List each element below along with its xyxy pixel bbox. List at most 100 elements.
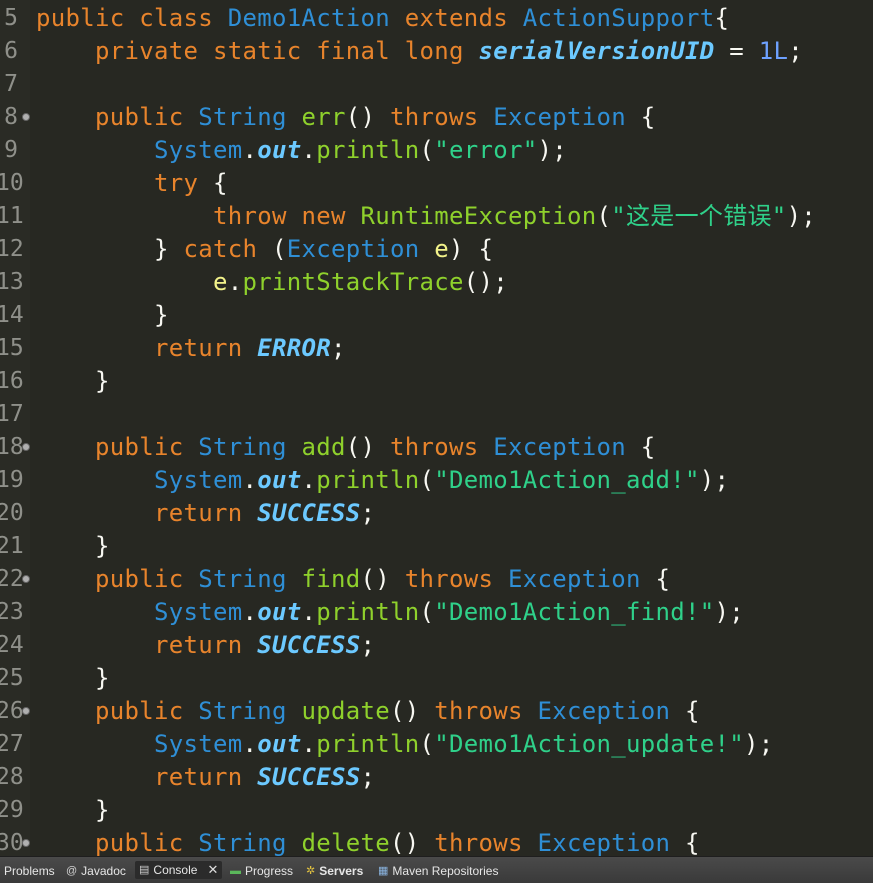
code-line[interactable]: 12 } catch (Exception e) { bbox=[0, 233, 873, 266]
code-token-plain: ); bbox=[714, 598, 744, 626]
code-token-string: "Demo1Action_update!" bbox=[434, 730, 744, 758]
code-line[interactable]: 15 return ERROR; bbox=[0, 332, 873, 365]
code-token-type: System bbox=[154, 466, 243, 494]
code-line[interactable]: 14 } bbox=[0, 299, 873, 332]
code-line[interactable]: 9 System.out.println("error"); bbox=[0, 134, 873, 167]
servers-icon: ✲ bbox=[306, 865, 316, 877]
tab-progress[interactable]: ▬ Progress bbox=[230, 862, 293, 880]
code-text: public String err() throws Exception { bbox=[36, 101, 656, 134]
code-token-plain: . bbox=[242, 730, 258, 758]
code-line[interactable]: 23 System.out.println("Demo1Action_find!… bbox=[0, 596, 873, 629]
line-number: 25 bbox=[0, 665, 24, 691]
fold-toggle-icon[interactable] bbox=[22, 707, 30, 715]
code-token-keyword: final bbox=[316, 37, 405, 65]
code-token-method: err bbox=[301, 103, 346, 131]
code-token-plain: ); bbox=[537, 136, 567, 164]
code-line[interactable]: 26 public String update() throws Excepti… bbox=[0, 695, 873, 728]
line-number: 7 bbox=[4, 71, 18, 97]
tab-console[interactable]: ▤ Console ✕ bbox=[135, 861, 223, 879]
code-line[interactable]: 28 return SUCCESS; bbox=[0, 761, 873, 794]
code-line[interactable]: 19 System.out.println("Demo1Action_add!"… bbox=[0, 464, 873, 497]
javadoc-icon: @ bbox=[66, 865, 78, 877]
line-number: 20 bbox=[0, 500, 24, 526]
code-line[interactable]: 25 } bbox=[0, 662, 873, 695]
line-number: 22 bbox=[0, 566, 24, 592]
code-token-keyword: throw bbox=[213, 202, 302, 230]
code-line[interactable]: 24 return SUCCESS; bbox=[0, 629, 873, 662]
code-token-keyword: public bbox=[95, 565, 199, 593]
tab-maven-repositories[interactable]: ▦ Maven Repositories bbox=[378, 862, 498, 880]
tab-javadoc[interactable]: @ Javadoc bbox=[66, 862, 126, 880]
code-line[interactable]: 27 System.out.println("Demo1Action_updat… bbox=[0, 728, 873, 761]
code-text: } bbox=[36, 662, 110, 695]
code-token-keyword: return bbox=[154, 631, 258, 659]
code-text: System.out.println("Demo1Action_find!"); bbox=[36, 596, 744, 629]
line-number: 28 bbox=[0, 764, 24, 790]
code-token-string: "error" bbox=[434, 136, 538, 164]
code-token-field: serialVersionUID bbox=[478, 37, 715, 65]
code-text: System.out.println("Demo1Action_add!"); bbox=[36, 464, 729, 497]
code-token-keyword: public bbox=[95, 697, 199, 725]
code-line[interactable]: 8 public String err() throws Exception { bbox=[0, 101, 873, 134]
code-line[interactable]: 10 try { bbox=[0, 167, 873, 200]
code-token-keyword: throws bbox=[390, 433, 494, 461]
code-line[interactable]: 29 } bbox=[0, 794, 873, 827]
tab-servers[interactable]: ✲ Servers bbox=[306, 862, 363, 880]
code-token-keyword: throws bbox=[404, 565, 508, 593]
code-token-number: 1L bbox=[758, 37, 789, 65]
code-token-plain: ( bbox=[272, 235, 287, 263]
code-text: System.out.println("error"); bbox=[36, 134, 567, 167]
code-token-keyword: public bbox=[95, 103, 199, 131]
code-token-field: out bbox=[257, 598, 302, 626]
code-token-const: SUCCESS bbox=[257, 763, 361, 791]
code-line[interactable]: 20 return SUCCESS; bbox=[0, 497, 873, 530]
line-number: 6 bbox=[4, 38, 18, 64]
code-token-field: out bbox=[257, 730, 302, 758]
code-token-keyword: throws bbox=[434, 829, 538, 856]
code-line[interactable]: 18 public String add() throws Exception … bbox=[0, 431, 873, 464]
code-line[interactable]: 30 public String delete() throws Excepti… bbox=[0, 827, 873, 856]
fold-toggle-icon[interactable] bbox=[22, 113, 30, 121]
code-line[interactable]: 11 throw new RuntimeException("这是一个错误"); bbox=[0, 200, 873, 233]
code-text: e.printStackTrace(); bbox=[36, 266, 508, 299]
code-token-plain: } bbox=[36, 664, 110, 692]
code-line[interactable]: 7 bbox=[0, 68, 873, 101]
tab-problems[interactable]: Problems bbox=[4, 862, 55, 880]
code-line[interactable]: 5 public class Demo1Action extends Action… bbox=[0, 2, 873, 35]
code-token-type: Exception bbox=[537, 697, 685, 725]
line-number: 14 bbox=[0, 302, 24, 328]
line-number: 13 bbox=[0, 269, 24, 295]
code-line[interactable]: 13 e.printStackTrace(); bbox=[0, 266, 873, 299]
line-number: 16 bbox=[0, 368, 24, 394]
fold-toggle-icon[interactable] bbox=[22, 443, 30, 451]
code-token-keyword: try bbox=[154, 169, 213, 197]
progress-icon: ▬ bbox=[230, 865, 241, 877]
code-line[interactable]: 17 bbox=[0, 398, 873, 431]
code-line[interactable]: 21 } bbox=[0, 530, 873, 563]
fold-toggle-icon[interactable] bbox=[22, 839, 30, 847]
code-token-plain: { bbox=[655, 565, 671, 593]
fold-toggle-icon[interactable] bbox=[22, 575, 30, 583]
code-token-plain: () bbox=[345, 433, 390, 461]
code-token-type: String bbox=[198, 697, 302, 725]
code-text: System.out.println("Demo1Action_update!"… bbox=[36, 728, 773, 761]
tab-progress-label: Progress bbox=[245, 864, 294, 878]
close-icon[interactable]: ✕ bbox=[207, 861, 218, 879]
code-token-plain: ; bbox=[360, 499, 376, 527]
code-line[interactable]: 16 } bbox=[0, 365, 873, 398]
code-line[interactable]: 22 public String find() throws Exception… bbox=[0, 563, 873, 596]
tab-problems-label: Problems bbox=[4, 864, 55, 878]
code-token-plain: ) { bbox=[449, 235, 494, 263]
code-text: public class Demo1Action extends ActionS… bbox=[36, 2, 729, 35]
code-token-method: update bbox=[301, 697, 390, 725]
code-editor[interactable]: 5 public class Demo1Action extends Action… bbox=[0, 0, 873, 856]
code-line[interactable]: 6 private static final long serialVersio… bbox=[0, 35, 873, 68]
code-token-plain: () bbox=[345, 103, 390, 131]
code-token-keyword: public bbox=[36, 4, 140, 32]
code-token-keyword: extends bbox=[404, 4, 523, 32]
